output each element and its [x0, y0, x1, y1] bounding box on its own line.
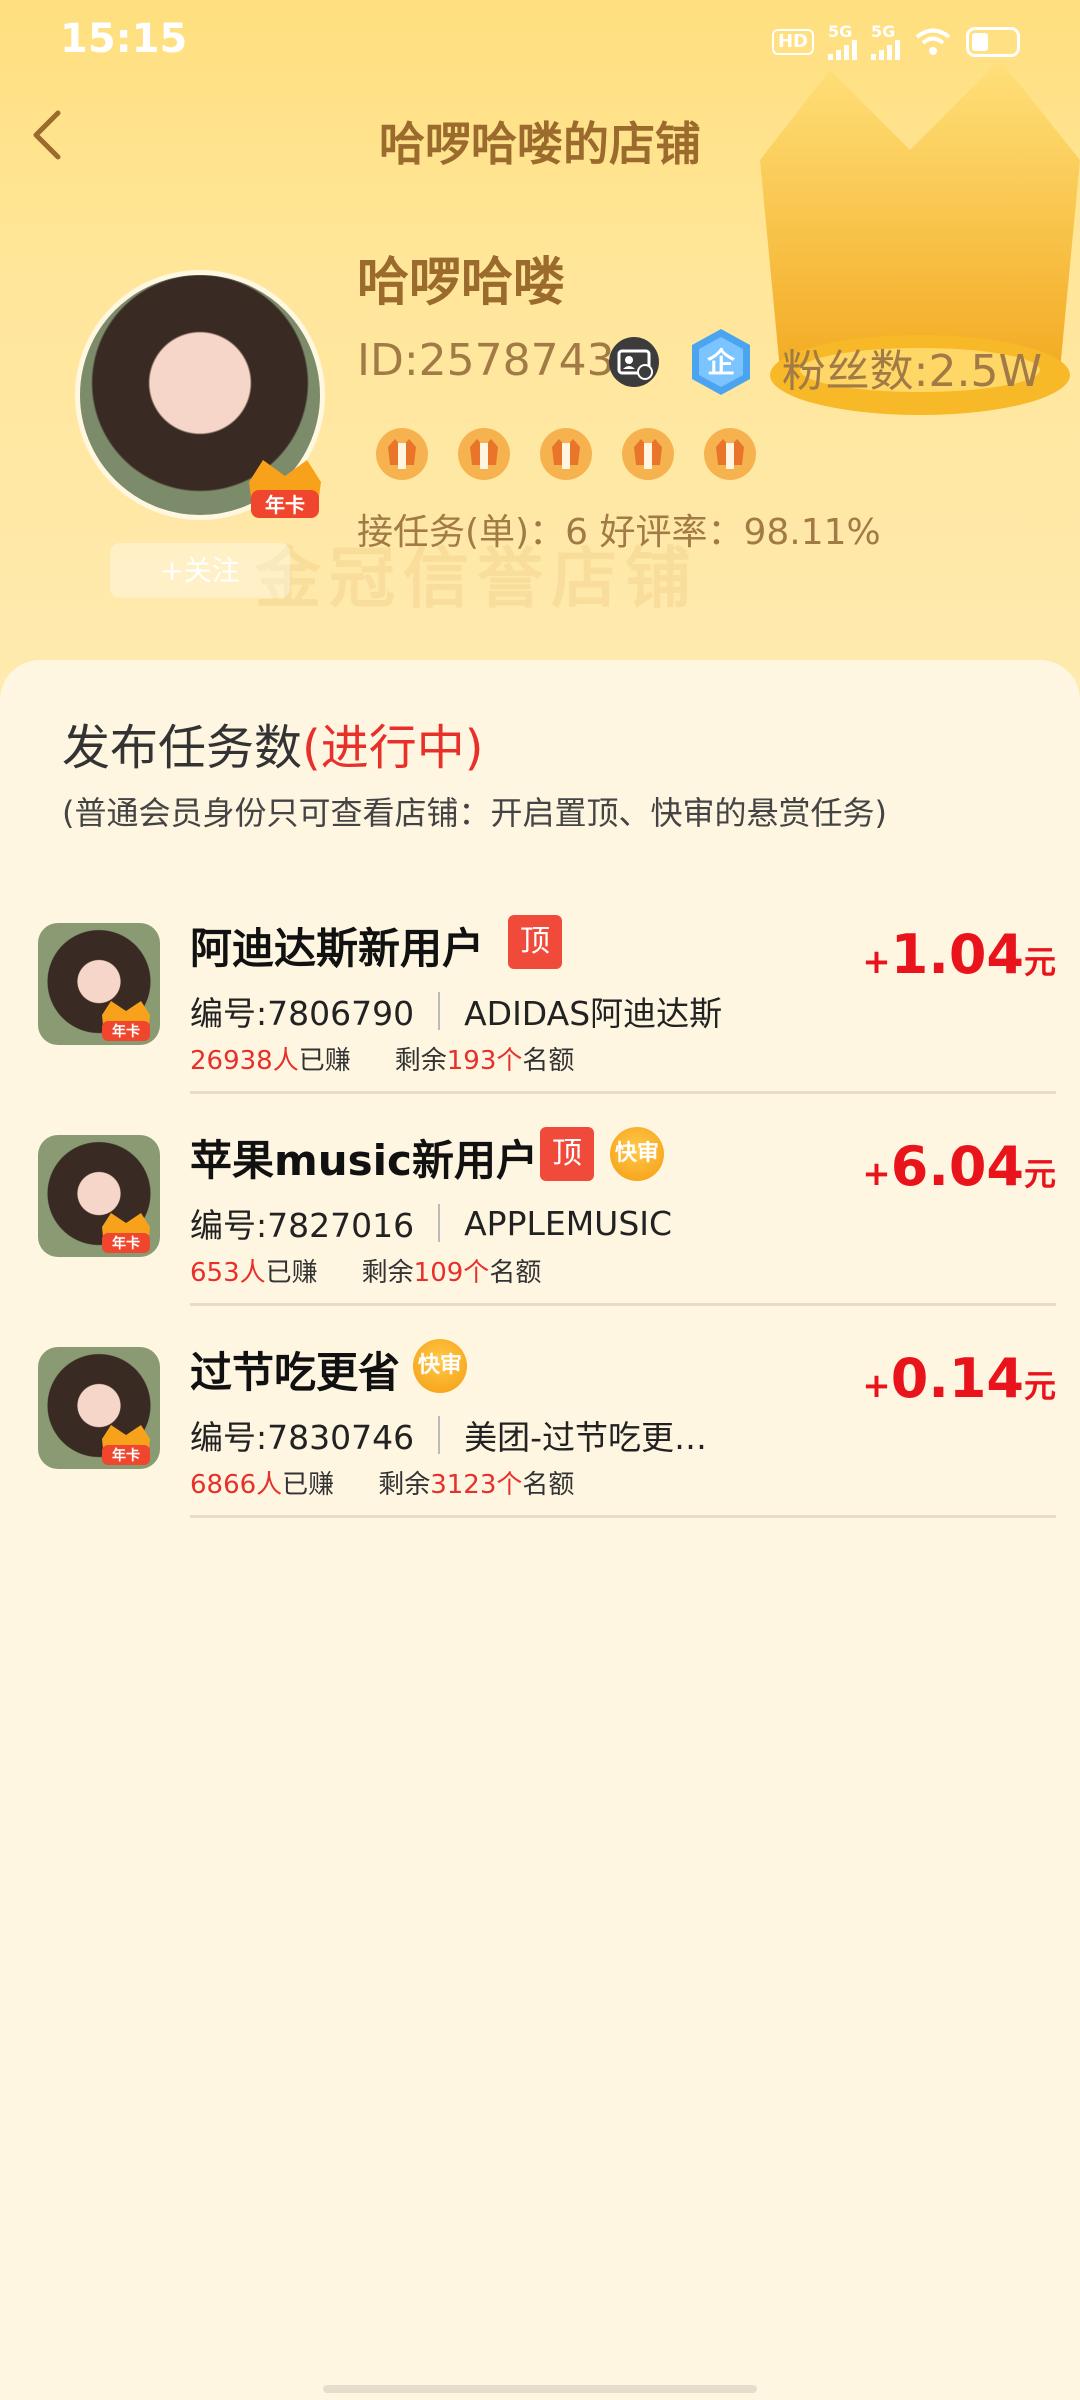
task-tags: 顶 — [508, 915, 562, 969]
status-time: 15:15 — [60, 16, 188, 62]
annual-card-crown-icon: 年卡 — [102, 1425, 150, 1465]
task-title: 过节吃更省 — [190, 1348, 401, 1397]
divider — [438, 1204, 441, 1242]
task-title: 阿迪达斯新用户 — [190, 924, 485, 973]
divider — [438, 1416, 441, 1454]
task-item[interactable]: 年卡 阿迪达斯新用户 顶 +1.04元 编号:7806790 ADIDAS阿迪达斯… — [38, 915, 1056, 1127]
task-reward: +6.04元 — [862, 1135, 1056, 1198]
svg-text:年卡: 年卡 — [112, 1447, 140, 1464]
task-thumbnail: 年卡 — [38, 923, 160, 1045]
shop-avatar[interactable]: 年卡 — [75, 270, 325, 520]
enterprise-badge-icon[interactable]: 企 — [688, 327, 754, 397]
fast-review-badge: 快审 — [413, 1339, 467, 1393]
svg-text:年卡: 年卡 — [112, 1235, 140, 1252]
pinned-badge: 顶 — [540, 1127, 594, 1181]
svg-text:年卡: 年卡 — [265, 493, 305, 517]
crown-decoration-icon — [760, 60, 1080, 415]
shop-stats: 接任务(单)：6 好评率：98.11% — [357, 512, 881, 553]
task-thumbnail: 年卡 — [38, 1347, 160, 1469]
task-stats: 6866人已赚 剩余3123个名额 — [190, 1470, 575, 1500]
follow-button[interactable]: +关注 — [110, 543, 290, 598]
crown-medal-icon — [458, 428, 510, 480]
task-code: 编号:7806790 — [190, 994, 415, 1033]
wifi-icon — [915, 28, 951, 55]
divider — [438, 992, 441, 1030]
home-indicator[interactable] — [323, 2385, 757, 2393]
annual-card-crown-icon: 年卡 — [249, 460, 321, 518]
task-brand: APPLEMUSIC — [464, 1203, 673, 1243]
shop-header: 金冠信誉店铺 15:15 HD 5G 5G 哈啰哈喽的店铺 年卡 +关注 哈啰哈… — [0, 0, 1080, 700]
pinned-badge: 顶 — [508, 915, 562, 969]
task-code: 编号:7827016 — [190, 1206, 415, 1245]
task-item[interactable]: 年卡 苹果music新用户 顶 快审 +6.04元 编号:7827016 APPL… — [38, 1127, 1056, 1339]
fans-count: 粉丝数:2.5W — [781, 346, 1042, 397]
task-stats: 26938人已赚 剩余193个名额 — [190, 1046, 575, 1076]
section-status: (进行中) — [302, 720, 484, 776]
crown-medal-icon — [540, 428, 592, 480]
annual-card-crown-icon: 年卡 — [102, 1001, 150, 1041]
hd-voice-icon: HD — [771, 29, 814, 55]
fast-review-badge: 快审 — [610, 1127, 664, 1181]
crown-medal-icon — [704, 428, 756, 480]
crown-medal-icon — [376, 428, 428, 480]
page-title: 哈啰哈喽的店铺 — [379, 117, 701, 171]
id-card-verified-icon[interactable] — [608, 336, 660, 388]
task-meta: 编号:7806790 ADIDAS阿迪达斯 — [190, 987, 722, 1035]
task-stats: 653人已赚 剩余109个名额 — [190, 1258, 542, 1288]
task-meta: 编号:7830746 美团-过节吃更… — [190, 1411, 707, 1459]
status-icons: HD 5G 5G — [771, 20, 1020, 64]
battery-icon — [966, 27, 1020, 57]
svg-text:年卡: 年卡 — [112, 1023, 140, 1040]
task-brand: ADIDAS阿迪达斯 — [464, 994, 723, 1033]
section-note: (普通会员身份只可查看店铺：开启置顶、快审的悬赏任务) — [62, 794, 887, 832]
signal-icon: 5G — [828, 24, 857, 60]
section-title: 发布任务数(进行中) — [62, 720, 484, 776]
annual-card-crown-icon: 年卡 — [102, 1213, 150, 1253]
task-list-panel: 发布任务数(进行中) (普通会员身份只可查看店铺：开启置顶、快审的悬赏任务) 年… — [0, 660, 1080, 2400]
task-code: 编号:7830746 — [190, 1418, 415, 1457]
task-tags: 顶 快审 — [540, 1127, 664, 1181]
credit-medals — [373, 425, 759, 483]
task-tags: 快审 — [413, 1339, 467, 1393]
crown-medal-icon — [622, 428, 674, 480]
divider — [190, 1303, 1056, 1306]
shop-name: 哈啰哈喽 — [357, 253, 566, 313]
task-reward: +0.14元 — [862, 1347, 1056, 1410]
task-title: 苹果music新用户 — [190, 1136, 538, 1185]
task-brand: 美团-过节吃更… — [464, 1418, 708, 1457]
svg-text:企: 企 — [707, 346, 736, 379]
divider — [190, 1091, 1056, 1094]
shop-id: ID:2578743 — [357, 335, 615, 386]
task-reward: +1.04元 — [862, 923, 1056, 986]
signal-icon: 5G — [871, 24, 900, 60]
task-item[interactable]: 年卡 过节吃更省 快审 +0.14元 编号:7830746 美团-过节吃更… 68… — [38, 1339, 1056, 1551]
divider — [190, 1515, 1056, 1518]
task-meta: 编号:7827016 APPLEMUSIC — [190, 1199, 672, 1247]
task-thumbnail: 年卡 — [38, 1135, 160, 1257]
